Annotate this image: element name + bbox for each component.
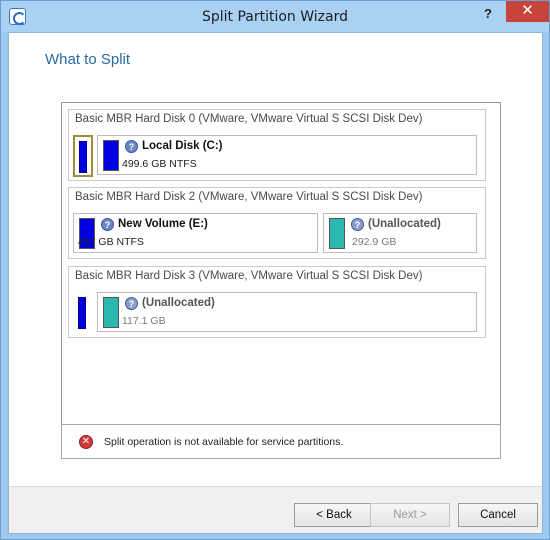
partition-size: 292.9 GB — [352, 236, 397, 248]
partition-info-icon: ? — [125, 140, 138, 153]
disk-icon — [79, 141, 87, 173]
button-bar: < Back Next > Cancel — [9, 486, 542, 533]
disk-list-panel: Basic MBR Hard Disk 0 (VMware, VMware Vi… — [61, 102, 501, 433]
cancel-button[interactable]: Cancel — [458, 503, 538, 527]
partition-color-bar — [103, 140, 119, 171]
disk-3-group[interactable]: Basic MBR Hard Disk 3 (VMware, VMware Vi… — [68, 266, 486, 338]
disk-0-icon[interactable] — [73, 135, 93, 177]
partition-size: 117.1 GB — [122, 315, 166, 327]
close-button[interactable]: ✕ — [506, 1, 549, 22]
help-button[interactable]: ? — [477, 6, 499, 24]
partition-name: Local Disk (C:) — [142, 140, 223, 152]
disk-3-icon[interactable] — [73, 292, 93, 334]
partition-unallocated-disk-2[interactable]: ? (Unallocated) 292.9 GB — [323, 213, 477, 253]
partition-unallocated-disk-3[interactable]: ? (Unallocated) 117.1 GB — [97, 292, 477, 332]
next-button[interactable]: Next > — [370, 503, 450, 527]
status-message: Split operation is not available for ser… — [104, 436, 344, 448]
error-icon: ✕ — [79, 435, 93, 449]
partition-color-bar — [329, 218, 345, 249]
partition-name: New Volume (E:) — [118, 218, 208, 230]
partition-size: 457 GB NTFS — [78, 236, 144, 248]
partition-name: (Unallocated) — [368, 218, 441, 230]
partition-info-icon: ? — [125, 297, 138, 310]
title-bar[interactable]: Split Partition Wizard ? ✕ — [1, 1, 549, 32]
partition-info-icon: ? — [101, 218, 114, 231]
disk-icon — [78, 297, 86, 329]
disk-0-label: Basic MBR Hard Disk 0 (VMware, VMware Vi… — [75, 113, 423, 125]
status-message-box: ✕ Split operation is not available for s… — [61, 424, 501, 459]
wizard-window: Split Partition Wizard ? ✕ What to Split… — [0, 0, 550, 540]
partition-info-icon: ? — [351, 218, 364, 231]
page-title: What to Split — [45, 51, 131, 68]
disk-0-group[interactable]: Basic MBR Hard Disk 0 (VMware, VMware Vi… — [68, 109, 486, 181]
partition-new-volume-e[interactable]: ? New Volume (E:) 457 GB NTFS — [73, 213, 318, 253]
window-title: Split Partition Wizard — [201, 9, 349, 25]
wizard-client-area: What to Split Basic MBR Hard Disk 0 (VMw… — [8, 32, 543, 534]
disk-3-label: Basic MBR Hard Disk 3 (VMware, VMware Vi… — [75, 270, 423, 282]
disk-2-group[interactable]: Basic MBR Hard Disk 2 (VMware, VMware Vi… — [68, 187, 486, 259]
back-button[interactable]: < Back — [294, 503, 374, 527]
partition-name: (Unallocated) — [142, 297, 215, 309]
partition-local-disk-c[interactable]: ? Local Disk (C:) 499.6 GB NTFS — [97, 135, 477, 175]
partition-size: 499.6 GB NTFS — [122, 158, 197, 170]
disk-2-label: Basic MBR Hard Disk 2 (VMware, VMware Vi… — [75, 191, 423, 203]
partition-color-bar — [103, 297, 119, 328]
